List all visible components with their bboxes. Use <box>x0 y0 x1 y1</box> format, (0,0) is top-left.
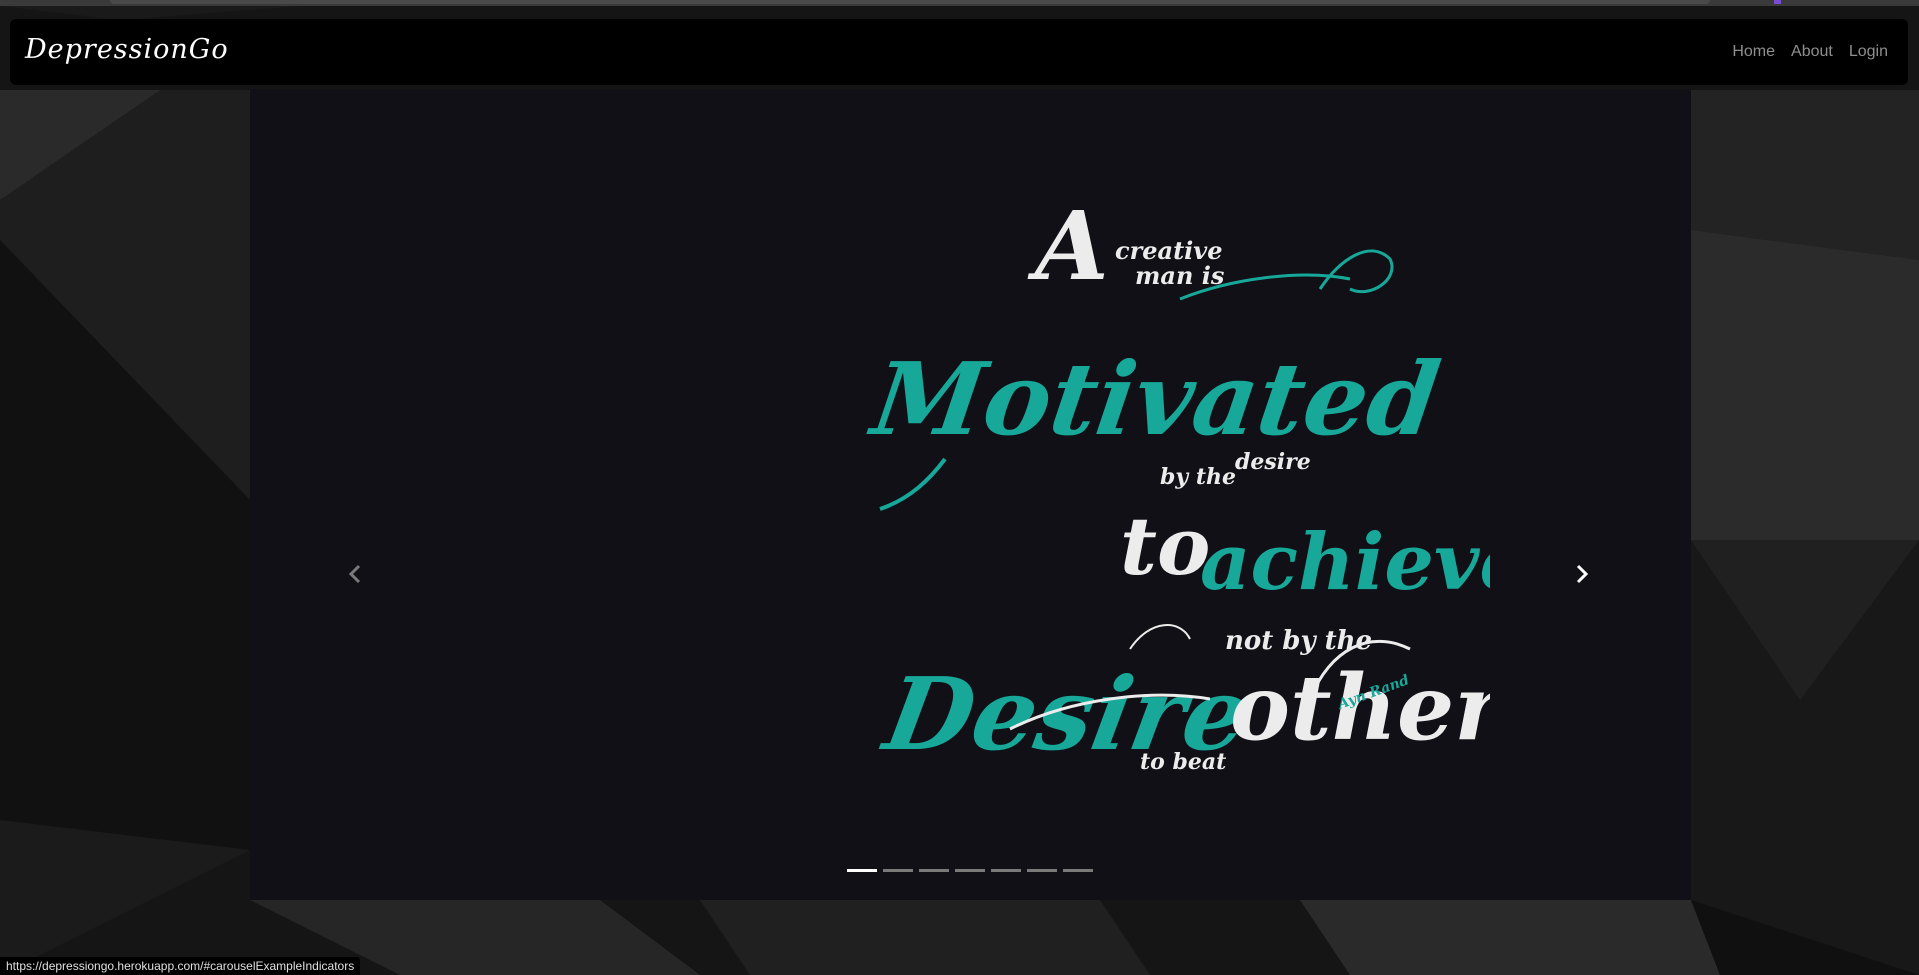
quote-word: by the <box>1160 464 1236 490</box>
carousel-indicator[interactable] <box>1027 869 1057 872</box>
carousel-indicator[interactable] <box>883 869 913 872</box>
quote-word: Motivated <box>863 340 1447 457</box>
nav-link-login[interactable]: Login <box>1849 43 1888 61</box>
carousel-prev-button[interactable] <box>340 559 370 589</box>
browser-top-strip <box>0 0 1919 6</box>
chevron-right-icon <box>1576 564 1589 584</box>
carousel-indicators <box>847 869 1093 872</box>
brand-logo[interactable]: DepressionGo <box>25 34 229 65</box>
carousel-indicator[interactable] <box>919 869 949 872</box>
carousel-indicator[interactable] <box>991 869 1021 872</box>
quote-word: achieve <box>1200 517 1490 608</box>
quote-word: man is <box>1135 261 1225 290</box>
carousel-indicator[interactable] <box>1063 869 1093 872</box>
carousel: A creative man is Motivated by the desir… <box>250 89 1691 900</box>
navbar: DepressionGo Home About Login <box>10 19 1908 85</box>
status-bar-url: https://depressiongo.herokuapp.com/#caro… <box>0 957 361 975</box>
quote-word: to <box>1120 499 1210 593</box>
carousel-next-button[interactable] <box>1567 559 1597 589</box>
carousel-indicator[interactable] <box>847 869 877 872</box>
carousel-indicator[interactable] <box>955 869 985 872</box>
carousel-slide-image: A creative man is Motivated by the desir… <box>863 191 1490 775</box>
quote-word: others <box>1230 655 1490 761</box>
extension-icon <box>1774 0 1781 4</box>
nav-link-home[interactable]: Home <box>1732 43 1775 61</box>
quote-word: not by the <box>1225 626 1372 656</box>
nav-links: Home About Login <box>1732 43 1888 61</box>
quote-word: to beat <box>1140 749 1226 775</box>
quote-word: desire <box>1235 449 1311 475</box>
chevron-left-icon <box>348 564 361 584</box>
browser-frame-edge <box>110 0 1710 4</box>
quote-word: A <box>1027 191 1109 302</box>
nav-link-about[interactable]: About <box>1791 43 1833 61</box>
